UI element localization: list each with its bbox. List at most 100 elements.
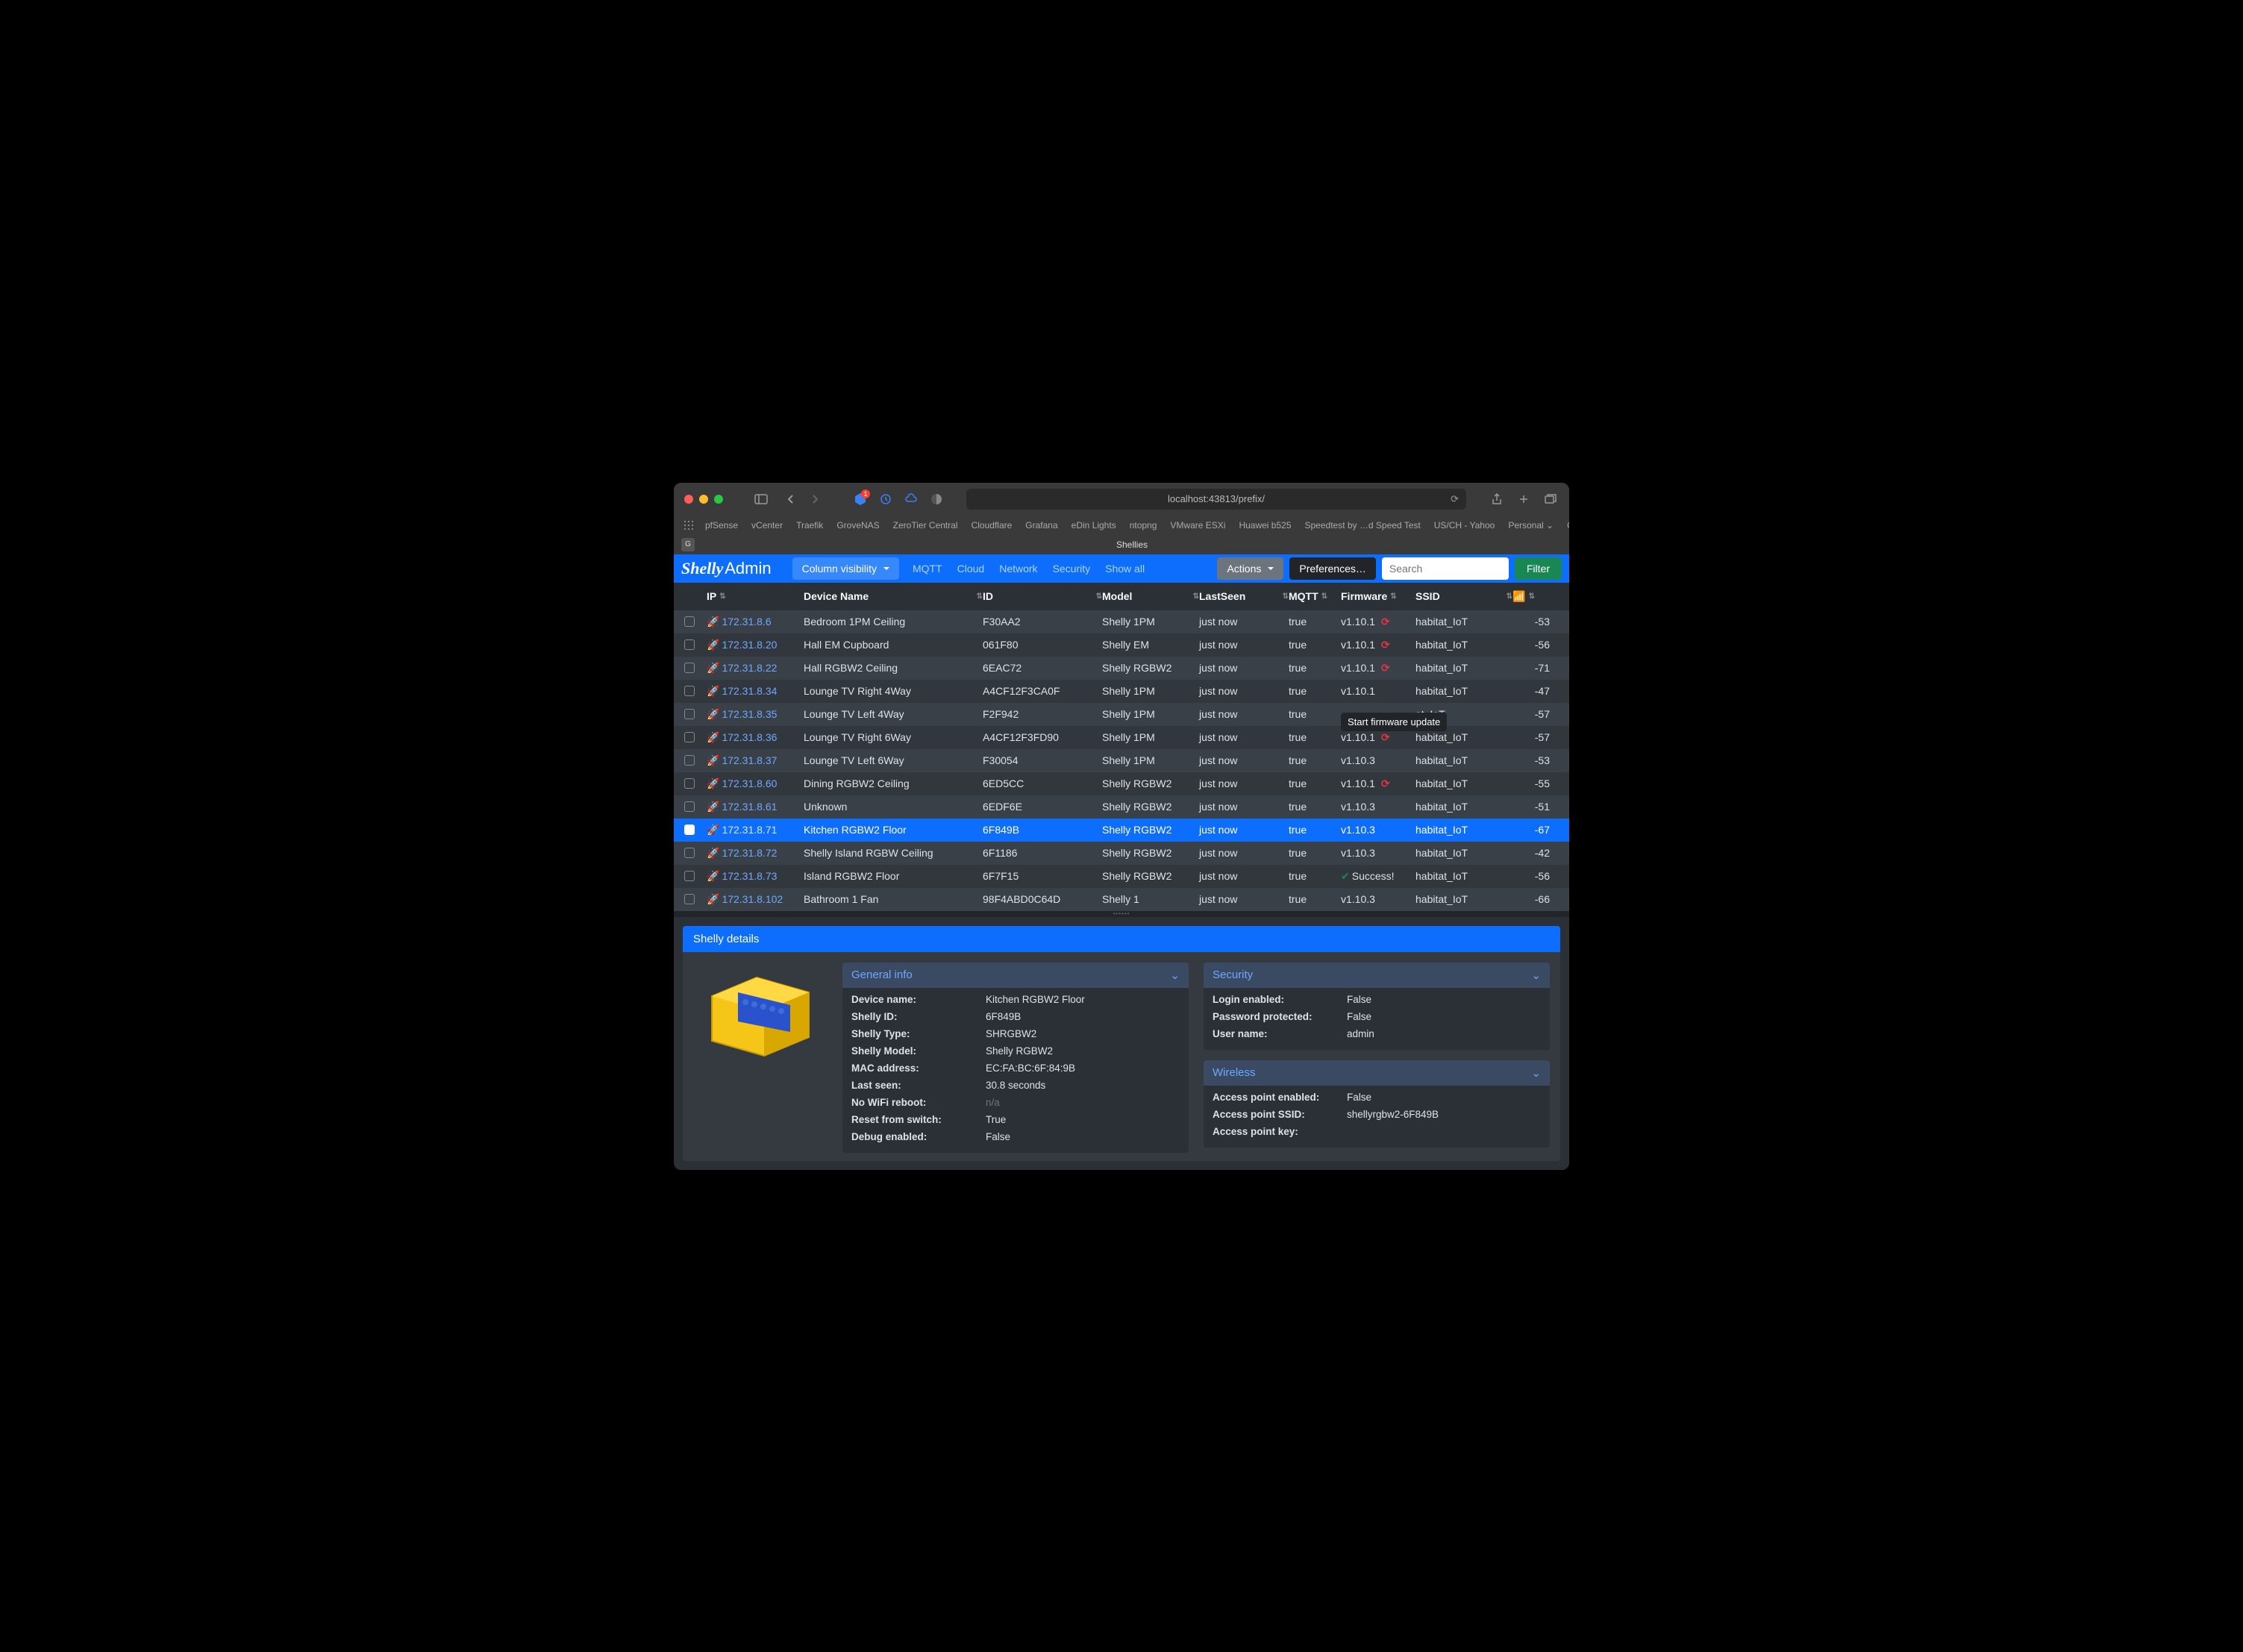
search-input[interactable] (1382, 557, 1509, 580)
extension-shield-icon[interactable] (878, 492, 893, 507)
bookmark-item[interactable]: Personal ⌄ (1508, 520, 1554, 531)
reload-icon[interactable]: ⟳ (1451, 493, 1459, 505)
bookmark-item[interactable]: pfSense (705, 520, 738, 531)
th-id[interactable]: ID⇅ (983, 590, 1102, 603)
ip-link[interactable]: 172.31.8.60 (722, 777, 777, 789)
minimize-window-button[interactable] (699, 495, 708, 504)
bookmark-item[interactable]: Speedtest by …d Speed Test (1305, 520, 1421, 531)
th-firmware[interactable]: Firmware⇅ (1341, 590, 1415, 603)
firmware-update-icon[interactable]: ⟳ (1381, 731, 1390, 743)
extension-contrast-icon[interactable] (929, 492, 944, 507)
bookmark-item[interactable]: Old ⌄ (1567, 520, 1569, 531)
nav-security[interactable]: Security (1045, 557, 1098, 580)
back-button[interactable] (783, 491, 799, 507)
row-checkbox[interactable] (684, 709, 695, 719)
extension-cube-icon[interactable]: 1 (853, 492, 868, 507)
bookmark-item[interactable]: ntopng (1130, 520, 1157, 531)
row-checkbox[interactable] (684, 778, 695, 789)
bookmark-item[interactable]: Grafana (1025, 520, 1057, 531)
th-mqtt[interactable]: MQTT⇅ (1289, 590, 1341, 603)
url-bar[interactable]: localhost:43813/prefix/ ⟳ (966, 489, 1466, 510)
security-header[interactable]: Security ⌄ (1204, 963, 1550, 988)
apps-grid-icon[interactable] (684, 520, 693, 531)
table-row[interactable]: 🚀172.31.8.22Hall RGBW2 Ceiling6EAC72Shel… (674, 657, 1569, 680)
row-checkbox[interactable] (684, 616, 695, 627)
nav-mqtt[interactable]: MQTT (905, 557, 950, 580)
firmware-update-icon[interactable]: ⟳ (1381, 777, 1390, 789)
nav-show-all[interactable]: Show all (1098, 557, 1152, 580)
row-checkbox[interactable] (684, 801, 695, 812)
table-row[interactable]: 🚀172.31.8.37Lounge TV Left 6WayF30054She… (674, 749, 1569, 772)
th-name[interactable]: Device Name⇅ (804, 590, 983, 603)
tabs-overview-icon[interactable] (1542, 491, 1559, 507)
table-row[interactable]: 🚀172.31.8.102Bathroom 1 Fan98F4ABD0C64DS… (674, 888, 1569, 911)
row-checkbox[interactable] (684, 848, 695, 858)
row-checkbox[interactable] (684, 639, 695, 650)
tab-group-icon[interactable]: G (681, 538, 695, 551)
ip-link[interactable]: 172.31.8.34 (722, 685, 777, 697)
new-tab-icon[interactable] (1515, 491, 1532, 507)
th-model[interactable]: Model⇅ (1102, 590, 1199, 603)
ip-link[interactable]: 172.31.8.61 (722, 801, 777, 813)
wireless-header[interactable]: Wireless ⌄ (1204, 1060, 1550, 1086)
table-row[interactable]: 🚀172.31.8.60Dining RGBW2 Ceiling6ED5CCSh… (674, 772, 1569, 795)
ip-link[interactable]: 172.31.8.20 (722, 639, 777, 651)
ip-link[interactable]: 172.31.8.6 (722, 616, 771, 628)
ip-link[interactable]: 172.31.8.73 (722, 870, 777, 882)
ip-link[interactable]: 172.31.8.36 (722, 731, 777, 743)
nav-network[interactable]: Network (992, 557, 1045, 580)
forward-button[interactable] (807, 491, 823, 507)
browser-tab[interactable]: Shellies (695, 535, 1569, 554)
general-info-header[interactable]: General info ⌄ (842, 963, 1189, 988)
nav-cloud[interactable]: Cloud (950, 557, 992, 580)
table-row[interactable]: 🚀172.31.8.72Shelly Island RGBW Ceiling6F… (674, 842, 1569, 865)
table-row[interactable]: 🚀172.31.8.6Bedroom 1PM CeilingF30AA2Shel… (674, 610, 1569, 633)
row-checkbox[interactable] (684, 663, 695, 673)
table-row[interactable]: 🚀172.31.8.73Island RGBW2 Floor6F7F15Shel… (674, 865, 1569, 888)
detail-value: False (1347, 1011, 1371, 1022)
row-checkbox[interactable] (684, 732, 695, 742)
firmware-update-icon[interactable]: ⟳ (1381, 639, 1390, 651)
panel-resize-handle[interactable]: •••••• (674, 911, 1569, 917)
row-checkbox[interactable] (684, 825, 695, 835)
bookmark-item[interactable]: US/CH - Yahoo (1434, 520, 1495, 531)
ip-link[interactable]: 172.31.8.35 (722, 708, 777, 720)
bookmark-item[interactable]: vCenter (751, 520, 783, 531)
filter-button[interactable]: Filter (1515, 557, 1562, 580)
firmware-update-icon[interactable]: ⟳ (1381, 616, 1390, 628)
bookmark-item[interactable]: GroveNAS (836, 520, 879, 531)
row-checkbox[interactable] (684, 686, 695, 696)
firmware-update-icon[interactable]: ⟳ (1381, 662, 1390, 674)
extension-cloud-icon[interactable] (904, 492, 919, 507)
bookmark-item[interactable]: eDin Lights (1072, 520, 1116, 531)
close-window-button[interactable] (684, 495, 693, 504)
table-row[interactable]: 🚀172.31.8.34Lounge TV Right 4WayA4CF12F3… (674, 680, 1569, 703)
ip-link[interactable]: 172.31.8.37 (722, 754, 777, 766)
bookmark-item[interactable]: Huawei b525 (1239, 520, 1291, 531)
preferences-button[interactable]: Preferences… (1289, 557, 1375, 580)
maximize-window-button[interactable] (714, 495, 723, 504)
th-lastseen[interactable]: LastSeen⇅ (1199, 590, 1289, 603)
bookmark-item[interactable]: VMware ESXi (1170, 520, 1225, 531)
ip-link[interactable]: 172.31.8.72 (722, 847, 777, 859)
ip-link[interactable]: 172.31.8.71 (722, 824, 777, 836)
row-checkbox[interactable] (684, 871, 695, 881)
table-row[interactable]: 🚀172.31.8.20Hall EM Cupboard061F80Shelly… (674, 633, 1569, 657)
th-signal[interactable]: 📶⇅ (1512, 590, 1550, 603)
bookmark-item[interactable]: ZeroTier Central (893, 520, 958, 531)
ip-link[interactable]: 172.31.8.22 (722, 662, 777, 674)
row-checkbox[interactable] (684, 894, 695, 904)
bookmark-item[interactable]: Cloudflare (972, 520, 1013, 531)
ip-link[interactable]: 172.31.8.102 (722, 893, 783, 905)
bookmark-item[interactable]: Traefik (796, 520, 823, 531)
actions-button[interactable]: Actions (1217, 557, 1283, 580)
share-icon[interactable] (1489, 491, 1505, 507)
table-row[interactable]: 🚀172.31.8.71Kitchen RGBW2 Floor6F849BShe… (674, 819, 1569, 842)
th-ip[interactable]: IP⇅ (707, 590, 804, 603)
sidebar-toggle-icon[interactable] (753, 491, 769, 507)
table-row[interactable]: 🚀172.31.8.35Lounge TV Left 4WayF2F942She… (674, 703, 1569, 726)
th-ssid[interactable]: SSID⇅ (1415, 590, 1512, 603)
row-checkbox[interactable] (684, 755, 695, 766)
column-visibility-button[interactable]: Column visibility (792, 557, 899, 580)
table-row[interactable]: 🚀172.31.8.61Unknown6EDF6EShelly RGBW2jus… (674, 795, 1569, 819)
